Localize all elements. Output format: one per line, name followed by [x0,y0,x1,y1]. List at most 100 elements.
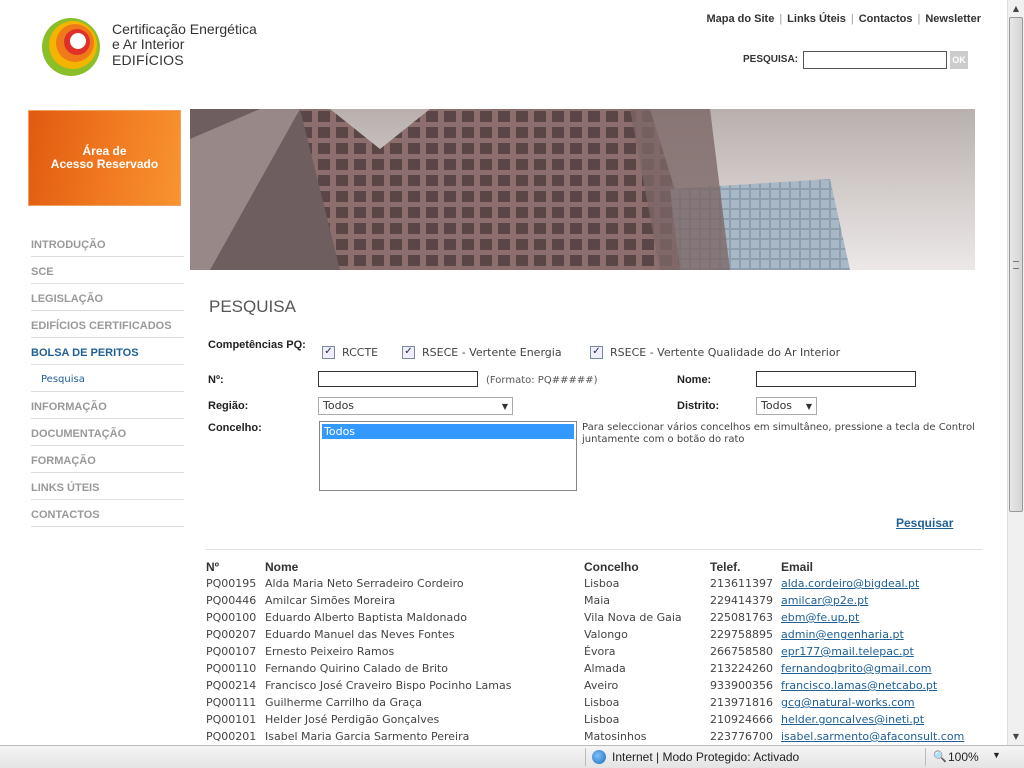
web-page: Certificação Energética e Ar Interior ED… [0,0,1007,745]
zoom-magnifier-icon: 🔍 [933,751,947,763]
cell-telef: 266758580 [710,645,773,658]
sidebar-menu: INTRODUÇÃO SCE LEGISLAÇÃO EDIFÍCIOS CERT… [31,230,184,527]
site-title[interactable]: Certificação Energética e Ar Interior ED… [112,22,257,68]
link-mapa-do-site[interactable]: Mapa do Site [706,13,774,25]
site-title-line3: EDIFÍCIOS [112,52,184,68]
cell-concelho: Lisboa [584,577,620,590]
internet-globe-icon [592,750,606,764]
concelho-option-selected[interactable]: Todos [322,424,574,439]
table-row: PQ00195 Alda Maria Neto Serradeiro Corde… [206,575,986,592]
scrollbar-thumb[interactable] [1009,17,1023,512]
cell-nome: Eduardo Alberto Baptista Maldonado [265,611,467,624]
numero-format-hint: (Formato: PQ#####) [486,375,598,386]
regiao-label: Região: [208,400,249,412]
security-zone-text[interactable]: Internet | Modo Protegido: Activado [612,750,799,764]
cell-email-link[interactable]: helder.goncalves@ineti.pt [781,713,924,726]
rsece-energia-checkbox[interactable]: ✓ [402,346,415,359]
menu-subitem-pesquisa[interactable]: Pesquisa [31,365,184,392]
cell-numero: PQ00207 [206,628,257,641]
link-links-uteis[interactable]: Links Úteis [787,13,846,25]
site-title-line1: Certificação Energética [112,21,257,37]
cell-concelho: Évora [584,645,616,658]
cell-nome: Amilcar Simões Moreira [265,594,396,607]
table-row: PQ00107 Ernesto Peixeiro Ramos Évora 266… [206,643,986,660]
cell-nome: Alda Maria Neto Serradeiro Cordeiro [265,577,464,590]
browser-status-bar: Internet | Modo Protegido: Activado 🔍 10… [0,745,1024,768]
table-row: PQ00214 Francisco José Craveiro Bispo Po… [206,677,986,694]
regiao-select[interactable]: Todos ▼ [318,397,513,415]
link-newsletter[interactable]: Newsletter [925,13,981,25]
menu-item-links-uteis[interactable]: LINKS ÚTEIS [31,473,184,500]
link-contactos[interactable]: Contactos [859,13,913,25]
cell-telef: 223776700 [710,730,773,743]
concelho-multiselect-note: Para seleccionar vários concelhos em sim… [582,422,975,445]
col-header-nome: Nome [265,560,299,574]
cell-nome: Helder José Perdigão Gonçalves [265,713,440,726]
numero-input[interactable] [318,371,478,387]
zoom-level[interactable]: 100% [948,750,979,764]
chevron-down-icon: ▼ [805,402,812,411]
adene-logo-icon[interactable] [40,16,102,78]
numero-label: Nº: [208,374,224,386]
distrito-select-value: Todos [761,399,793,412]
distrito-label: Distrito: [677,400,720,412]
separator: | [779,13,783,25]
concelho-listbox[interactable]: Todos [319,421,577,491]
separator: | [917,13,921,25]
cell-nome: Fernando Quirino Calado de Brito [265,662,449,675]
cell-telef: 213224260 [710,662,773,675]
menu-item-contactos[interactable]: CONTACTOS [31,500,184,527]
buildings-banner-image [190,109,975,270]
scroll-up-arrow-icon[interactable]: ▲ [1008,0,1024,17]
cell-nome: Ernesto Peixeiro Ramos [265,645,395,658]
chevron-down-icon[interactable]: ▼ [992,750,1001,760]
table-row: PQ00111 Guilherme Carrilho da Graça Lisb… [206,694,986,711]
cell-numero: PQ00110 [206,662,257,675]
search-ok-button[interactable]: OK [950,51,968,69]
cell-email-link[interactable]: alda.cordeiro@bigdeal.pt [781,577,919,590]
reserved-area-button[interactable]: Área de Acesso Reservado [28,110,181,206]
cell-numero: PQ00195 [206,577,257,590]
cell-concelho: Matosinhos [584,730,647,743]
cell-nome: Eduardo Manuel das Neves Fontes [265,628,455,641]
cell-telef: 229758895 [710,628,773,641]
pesquisar-link[interactable]: Pesquisar [896,516,953,530]
cell-numero: PQ00107 [206,645,257,658]
cell-email-link[interactable]: ebm@fe.up.pt [781,611,859,624]
col-header-concelho: Concelho [584,560,639,574]
menu-item-documentacao[interactable]: DOCUMENTAÇÃO [31,419,184,446]
table-row: PQ00110 Fernando Quirino Calado de Brito… [206,660,986,677]
menu-item-sce[interactable]: SCE [31,257,184,284]
table-row: PQ00446 Amilcar Simões Moreira Maia 2294… [206,592,986,609]
rsece-qai-checkbox[interactable]: ✓ [590,346,603,359]
rccte-checkbox[interactable]: ✓ [322,346,335,359]
concelho-label: Concelho: [208,422,262,434]
cell-email-link[interactable]: admin@engenharia.pt [781,628,904,641]
cell-telef: 229414379 [710,594,773,607]
menu-item-formacao[interactable]: FORMAÇÃO [31,446,184,473]
page-title: PESQUISA [209,297,296,316]
menu-item-legislacao[interactable]: LEGISLAÇÃO [31,284,184,311]
col-header-numero: Nº [206,560,220,574]
menu-item-bolsa-de-peritos[interactable]: BOLSA DE PERITOS [31,338,184,365]
cell-email-link[interactable]: fernandoqbrito@gmail.com [781,662,932,675]
col-header-telef: Telef. [710,560,741,574]
cell-email-link[interactable]: amilcar@p2e.pt [781,594,868,607]
scroll-down-arrow-icon[interactable]: ▼ [1008,728,1024,745]
menu-item-introducao[interactable]: INTRODUÇÃO [31,230,184,257]
nome-input[interactable] [756,371,916,387]
cell-email-link[interactable]: francisco.lamas@netcabo.pt [781,679,937,692]
distrito-select[interactable]: Todos ▼ [756,397,817,415]
cell-email-link[interactable]: gcg@natural-works.com [781,696,915,709]
cell-numero: PQ00101 [206,713,257,726]
cell-email-link[interactable]: isabel.sarmento@afaconsult.com [781,730,964,743]
menu-item-edificios-certificados[interactable]: EDIFÍCIOS CERTIFICADOS [31,311,184,338]
rsece-energia-checkbox-label: RSECE - Vertente Energia [422,346,562,359]
vertical-scrollbar[interactable]: ▲ ▼ [1007,0,1024,745]
cell-concelho: Lisboa [584,696,620,709]
menu-item-informacao[interactable]: INFORMAÇÃO [31,392,184,419]
cell-telef: 213971816 [710,696,773,709]
search-input[interactable] [803,51,947,69]
cell-email-link[interactable]: epr177@mail.telepac.pt [781,645,914,658]
cell-telef: 213611397 [710,577,773,590]
